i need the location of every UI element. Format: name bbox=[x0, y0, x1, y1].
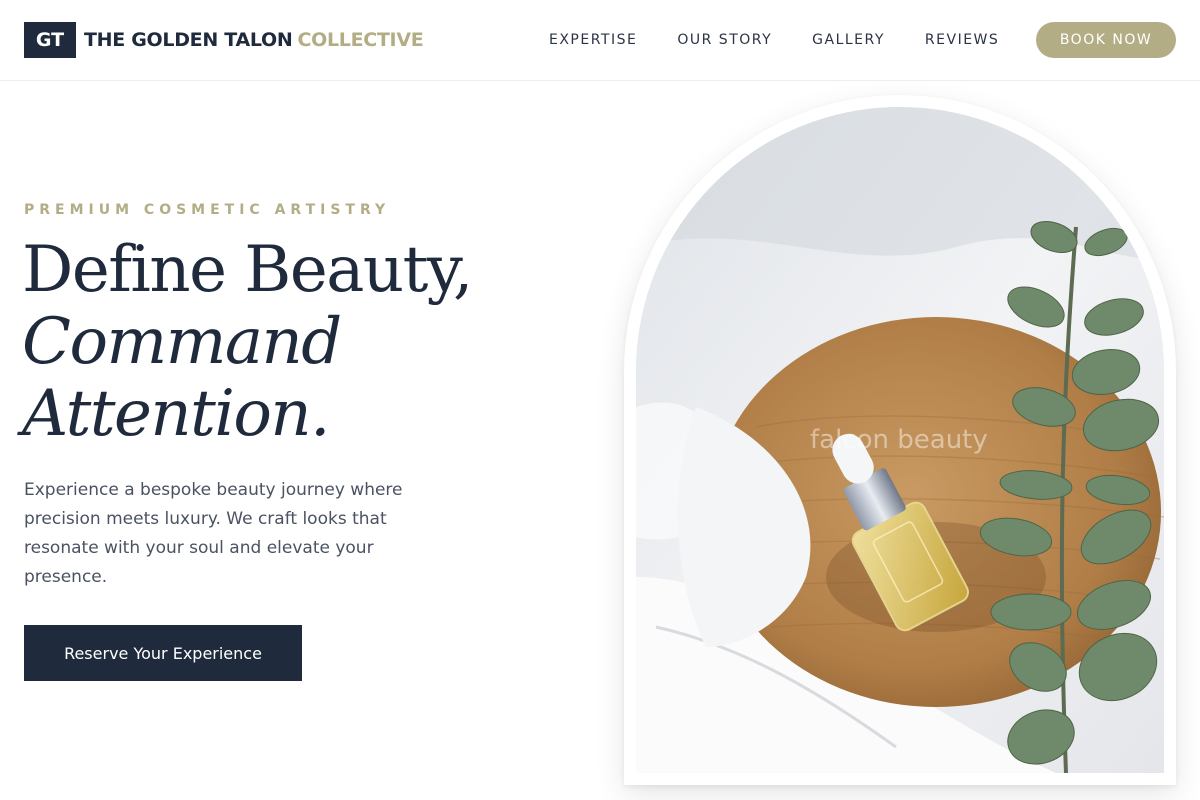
book-now-button[interactable]: BOOK NOW bbox=[1036, 22, 1176, 58]
headline-line-3: Attention. bbox=[22, 377, 330, 451]
photo-watermark: falcon beauty bbox=[810, 425, 988, 455]
brand-name: THE GOLDEN TALON COLLECTIVE bbox=[84, 29, 424, 51]
nav-link-reviews[interactable]: REVIEWS bbox=[925, 31, 999, 49]
main-nav: EXPERTISE OUR STORY GALLERY REVIEWS bbox=[549, 31, 1039, 49]
hero-description: Experience a bespoke beauty journey wher… bbox=[24, 480, 403, 587]
hero-eyebrow: PREMIUM COSMETIC ARTISTRY bbox=[24, 202, 391, 218]
logo-monogram: GT bbox=[24, 22, 76, 58]
nav-link-our-story[interactable]: OUR STORY bbox=[677, 31, 772, 49]
hero-headline: Define Beauty, Command Attention. bbox=[22, 234, 582, 450]
nav-link-expertise[interactable]: EXPERTISE bbox=[549, 31, 637, 49]
site-header: GT THE GOLDEN TALON COLLECTIVE EXPERTISE … bbox=[0, 0, 1200, 81]
headline-line-2: Command bbox=[22, 305, 342, 379]
brand-logo[interactable]: GT THE GOLDEN TALON COLLECTIVE bbox=[24, 22, 424, 58]
brand-name-accent: COLLECTIVE bbox=[297, 29, 424, 51]
reserve-experience-button[interactable]: Reserve Your Experience bbox=[24, 625, 302, 681]
hero-product-photo: falcon beauty bbox=[636, 107, 1164, 773]
hero-image-frame: falcon beauty bbox=[624, 95, 1176, 785]
headline-line-1: Define Beauty, bbox=[22, 233, 473, 307]
brand-name-main: THE GOLDEN TALON bbox=[84, 29, 293, 51]
nav-link-gallery[interactable]: GALLERY bbox=[812, 31, 885, 49]
